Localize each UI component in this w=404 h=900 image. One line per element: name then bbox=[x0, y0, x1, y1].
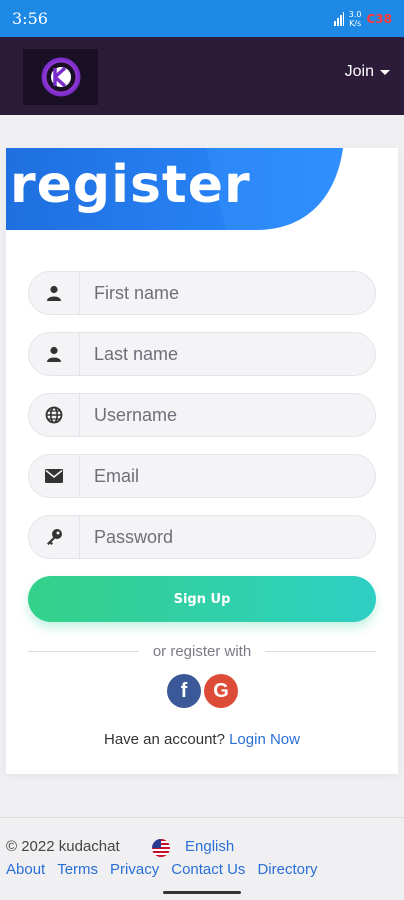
google-login-button[interactable]: G bbox=[204, 674, 238, 708]
footer-link-about[interactable]: About bbox=[6, 861, 45, 878]
footer-links: About Terms Privacy Contact Us Directory bbox=[6, 861, 317, 878]
key-icon bbox=[29, 516, 80, 558]
footer-copyright: © 2022 kudachat bbox=[6, 838, 120, 855]
register-with-divider: or register with bbox=[28, 641, 376, 661]
home-indicator[interactable] bbox=[163, 891, 241, 894]
network-speed-value: 3.0 bbox=[348, 9, 362, 19]
login-now-link[interactable]: Login Now bbox=[229, 731, 300, 748]
network-speed-unit: K/s bbox=[349, 18, 362, 28]
status-bar: 3:56 3.0 K/s C38 bbox=[0, 0, 404, 37]
us-flag-icon bbox=[152, 839, 170, 857]
password-field[interactable] bbox=[28, 515, 376, 559]
page-title: register bbox=[10, 155, 251, 215]
footer-link-directory[interactable]: Directory bbox=[257, 861, 317, 878]
status-time: 3:56 bbox=[12, 9, 48, 28]
register-card: register Sign Up or register with bbox=[6, 148, 398, 774]
battery-indicator: C38 bbox=[366, 11, 392, 26]
have-account-row: Have an account? Login Now bbox=[6, 731, 398, 748]
globe-icon bbox=[29, 394, 80, 436]
footer-link-terms[interactable]: Terms bbox=[57, 861, 98, 878]
language-selector[interactable]: English bbox=[185, 838, 234, 855]
caret-down-icon bbox=[380, 69, 390, 75]
last-name-input[interactable] bbox=[80, 333, 375, 375]
facebook-icon: f bbox=[180, 679, 188, 702]
join-label: Join bbox=[344, 63, 374, 80]
signal-icon bbox=[333, 11, 344, 26]
app-header: Join bbox=[0, 37, 404, 115]
password-input[interactable] bbox=[80, 516, 375, 558]
username-field[interactable] bbox=[28, 393, 376, 437]
footer-link-contact[interactable]: Contact Us bbox=[171, 861, 245, 878]
kudachat-logo-icon bbox=[41, 57, 80, 97]
logo[interactable] bbox=[23, 49, 98, 105]
google-icon: G bbox=[213, 679, 229, 702]
first-name-field[interactable] bbox=[28, 271, 376, 315]
sign-up-button[interactable]: Sign Up bbox=[28, 576, 376, 622]
envelope-icon bbox=[29, 455, 80, 497]
divider-text: or register with bbox=[152, 642, 252, 660]
join-dropdown[interactable]: Join bbox=[345, 63, 390, 81]
status-icons: 3.0 K/s C38 bbox=[333, 10, 392, 28]
divider-line bbox=[265, 650, 376, 652]
divider-line bbox=[28, 650, 139, 652]
user-icon bbox=[29, 272, 80, 314]
username-input[interactable] bbox=[80, 394, 375, 436]
first-name-input[interactable] bbox=[80, 272, 375, 314]
have-account-text: Have an account? bbox=[104, 731, 225, 748]
footer-divider bbox=[0, 817, 404, 818]
email-input[interactable] bbox=[80, 455, 375, 497]
register-banner: register bbox=[6, 148, 346, 230]
email-field[interactable] bbox=[28, 454, 376, 498]
facebook-login-button[interactable]: f bbox=[167, 674, 201, 708]
network-speed: 3.0 K/s bbox=[349, 10, 362, 28]
footer-link-privacy[interactable]: Privacy bbox=[110, 861, 159, 878]
last-name-field[interactable] bbox=[28, 332, 376, 376]
user-icon bbox=[29, 333, 80, 375]
